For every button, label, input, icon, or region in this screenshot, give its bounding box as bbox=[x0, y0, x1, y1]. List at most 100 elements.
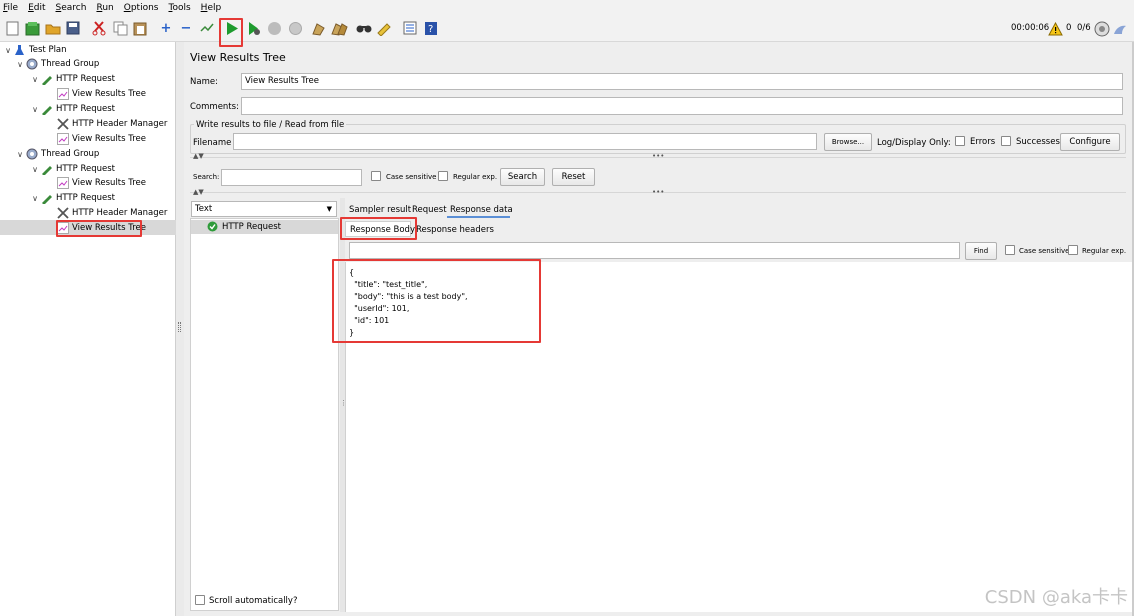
new-icon[interactable] bbox=[3, 19, 21, 37]
tree-node-view-results-tree[interactable]: View Results Tree bbox=[56, 87, 146, 101]
tab-response-data[interactable]: Response data bbox=[450, 205, 513, 215]
collapse-chevron-icon[interactable]: ∨ bbox=[3, 46, 13, 55]
name-label: Name: bbox=[190, 77, 218, 87]
result-item-label: HTTP Request bbox=[222, 222, 281, 232]
tree-label: HTTP Header Manager bbox=[72, 208, 168, 218]
warning-icon[interactable] bbox=[1046, 20, 1064, 38]
vertical-splitter[interactable] bbox=[176, 42, 184, 616]
collapse-chevron-icon[interactable]: ∨ bbox=[15, 60, 25, 69]
cut-icon[interactable] bbox=[90, 19, 108, 37]
menu-tools[interactable]: Tools bbox=[168, 3, 190, 13]
collapse-arrows-icon[interactable]: ▲▼ bbox=[193, 152, 204, 160]
regex-checkbox[interactable] bbox=[438, 171, 448, 181]
tree-node-test-plan[interactable]: ∨ Test Plan bbox=[3, 43, 67, 57]
menu-help[interactable]: Help bbox=[201, 3, 222, 13]
tree-label: View Results Tree bbox=[72, 178, 146, 188]
open-icon[interactable] bbox=[44, 19, 62, 37]
toggle-icon[interactable] bbox=[197, 19, 215, 37]
find-input[interactable] bbox=[349, 242, 960, 259]
tree-label: View Results Tree bbox=[72, 134, 146, 144]
chart-icon bbox=[56, 177, 69, 189]
menu-run[interactable]: Run bbox=[96, 3, 113, 13]
menu-edit[interactable]: Edit bbox=[28, 3, 45, 13]
clear-icon[interactable] bbox=[309, 19, 327, 37]
collapse-chevron-icon[interactable]: ∨ bbox=[30, 105, 40, 114]
watermark: CSDN @aka卡卡 bbox=[984, 587, 1128, 608]
collapse-chevron-icon[interactable]: ∨ bbox=[15, 150, 25, 159]
collapse-chevron-icon[interactable]: ∨ bbox=[30, 75, 40, 84]
filename-field[interactable] bbox=[233, 133, 817, 150]
templates-icon[interactable] bbox=[23, 19, 41, 37]
search-button[interactable]: Search bbox=[500, 168, 545, 186]
name-field[interactable]: View Results Tree bbox=[241, 73, 1123, 90]
scroll-auto-checkbox[interactable] bbox=[195, 595, 205, 605]
tree-node-http-header-manager[interactable]: HTTP Header Manager bbox=[56, 206, 167, 220]
panel-title: View Results Tree bbox=[190, 51, 286, 64]
comments-field[interactable] bbox=[241, 97, 1123, 115]
warning-count: 0 bbox=[1066, 23, 1072, 33]
jmeter-window: File Edit Search Run Options Tools Help … bbox=[0, 0, 1134, 616]
response-json-highlight bbox=[332, 259, 541, 343]
selected-node-highlight bbox=[56, 220, 142, 237]
stop-icon[interactable] bbox=[265, 19, 283, 37]
drag-handle-icon[interactable]: ••• bbox=[652, 152, 664, 160]
logger-icon[interactable] bbox=[1111, 20, 1129, 38]
copy-icon[interactable] bbox=[111, 19, 129, 37]
configure-button[interactable]: Configure bbox=[1060, 133, 1120, 151]
shutdown-icon[interactable] bbox=[286, 19, 304, 37]
errors-checkbox[interactable] bbox=[955, 136, 965, 146]
scroll-auto-label: Scroll automatically? bbox=[209, 596, 298, 606]
start-no-pauses-icon[interactable] bbox=[245, 19, 263, 37]
tree-node-http-request[interactable]: ∨ HTTP Request bbox=[30, 162, 115, 176]
find-button[interactable]: Find bbox=[965, 242, 997, 260]
pipette-icon bbox=[40, 163, 53, 176]
search-icon[interactable] bbox=[355, 19, 373, 37]
collapse-arrows-icon[interactable]: ▲▼ bbox=[193, 188, 204, 196]
tree-label: HTTP Request bbox=[56, 193, 115, 203]
find-case-checkbox[interactable] bbox=[1005, 245, 1015, 255]
tree-node-http-header-manager[interactable]: HTTP Header Manager bbox=[56, 117, 167, 131]
tab-request[interactable]: Request bbox=[412, 205, 447, 215]
clear-all-icon[interactable] bbox=[330, 19, 348, 37]
save-icon[interactable] bbox=[64, 19, 82, 37]
tree-node-thread-group[interactable]: ∨ Thread Group bbox=[15, 57, 99, 71]
tree-node-view-results-tree[interactable]: View Results Tree bbox=[56, 132, 146, 146]
tree-node-thread-group[interactable]: ∨ Thread Group bbox=[15, 147, 99, 161]
find-regex-checkbox[interactable] bbox=[1068, 245, 1078, 255]
pipette-icon bbox=[40, 103, 53, 116]
case-sensitive-checkbox[interactable] bbox=[371, 171, 381, 181]
tree-node-http-request[interactable]: ∨ HTTP Request bbox=[30, 102, 115, 116]
tree-node-http-request[interactable]: ∨ HTTP Request bbox=[30, 72, 115, 86]
collapse-chevron-icon[interactable]: ∨ bbox=[30, 194, 40, 203]
flask-icon bbox=[13, 44, 26, 56]
function-helper-icon[interactable] bbox=[401, 19, 419, 37]
tree-node-http-request[interactable]: ∨ HTTP Request bbox=[30, 191, 115, 205]
tab-sampler-result[interactable]: Sampler result bbox=[349, 205, 411, 215]
help-icon[interactable]: ? bbox=[422, 19, 440, 37]
menu-file[interactable]: File bbox=[3, 3, 18, 13]
pipette-icon bbox=[40, 192, 53, 205]
collapse-chevron-icon[interactable]: ∨ bbox=[30, 165, 40, 174]
menu-bar: File Edit Search Run Options Tools Help bbox=[0, 0, 1134, 15]
browse-button[interactable]: Browse... bbox=[824, 133, 872, 151]
chevron-down-icon: ▼ bbox=[326, 205, 332, 213]
paste-icon[interactable] bbox=[131, 19, 149, 37]
menu-search[interactable]: Search bbox=[56, 3, 87, 13]
drag-handle-icon[interactable]: ••• bbox=[652, 188, 664, 196]
reset-button[interactable]: Reset bbox=[552, 168, 595, 186]
renderer-select[interactable]: Text ▼ bbox=[191, 201, 337, 217]
subtab-response-headers[interactable]: Response headers bbox=[416, 225, 494, 235]
reset-search-icon[interactable] bbox=[375, 19, 393, 37]
tree-label: HTTP Request bbox=[56, 74, 115, 84]
pipette-icon bbox=[40, 73, 53, 86]
tree-label: HTTP Request bbox=[56, 104, 115, 114]
successes-checkbox[interactable] bbox=[1001, 136, 1011, 146]
tree-label: HTTP Request bbox=[56, 164, 115, 174]
response-body-highlight bbox=[340, 217, 417, 240]
menu-options[interactable]: Options bbox=[124, 3, 159, 13]
expand-icon[interactable]: + bbox=[157, 19, 175, 37]
search-input[interactable] bbox=[221, 169, 362, 186]
active-threads: 0/6 bbox=[1077, 23, 1091, 33]
tree-node-view-results-tree[interactable]: View Results Tree bbox=[56, 176, 146, 190]
collapse-icon[interactable]: − bbox=[177, 19, 195, 37]
